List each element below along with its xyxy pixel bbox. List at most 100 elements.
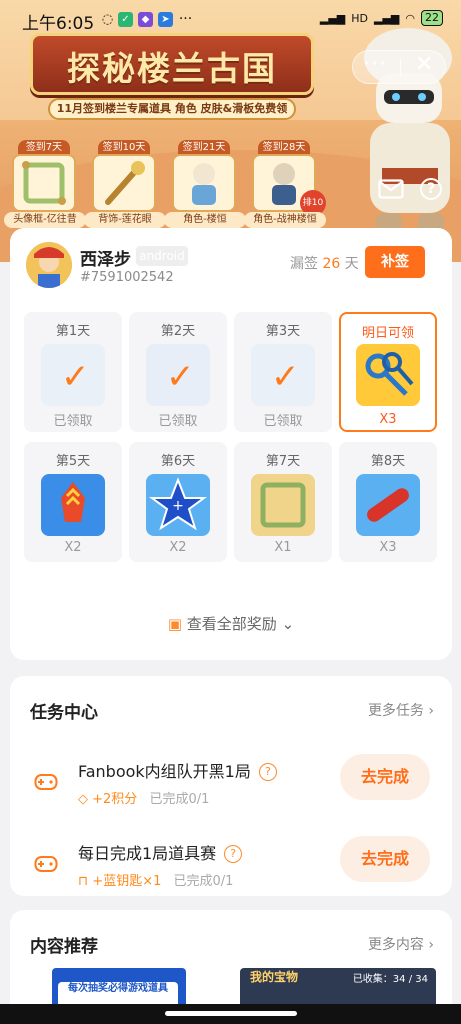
gamepad-icon bbox=[34, 770, 58, 792]
milestone-reward-28[interactable]: 签到28天 排10的 角色-战神楼恒 bbox=[244, 140, 326, 234]
milestone-name: 头像框-亿往昔 bbox=[4, 212, 86, 228]
day-cell-2[interactable]: 第2天 ✓ 已领取 bbox=[129, 312, 227, 432]
event-title: 探秘楼兰古国 bbox=[67, 49, 277, 88]
milestone-reward-21[interactable]: 签到21天 角色-楼恒 bbox=[164, 140, 246, 228]
mini-program-capsule: ··· ✕ bbox=[352, 50, 446, 84]
arrow-app-icon: ➤ bbox=[158, 12, 173, 27]
day-qty: X2 bbox=[169, 540, 187, 555]
task-center-title: 任务中心 bbox=[30, 703, 98, 723]
thumbnail-title: 我的宝物 bbox=[250, 970, 299, 984]
sign-in-card: 西泽步 android #7591002542 漏签 26 天 补签 第1天 ✓… bbox=[10, 228, 452, 660]
event-subtitle: 11月签到楼兰专属道具 角色 皮肤&滑板免费领 bbox=[56, 102, 288, 115]
missed-count: 26 bbox=[322, 256, 341, 272]
mail-icon[interactable] bbox=[378, 178, 404, 200]
day-cell-1[interactable]: 第1天 ✓ 已领取 bbox=[24, 312, 122, 432]
day-label: 第3天 bbox=[265, 324, 301, 339]
chevron-right-icon: › bbox=[428, 703, 434, 719]
skateboard-icon bbox=[356, 474, 420, 536]
missed-suffix: 天 bbox=[344, 256, 359, 272]
task-row: 每日完成1局道具赛? ⊓ +蓝钥匙×1 已完成0/1 去完成 bbox=[10, 834, 452, 910]
makeup-sign-button[interactable]: 补签 bbox=[365, 246, 425, 278]
check-icon: ✓ bbox=[271, 357, 300, 397]
go-complete-button[interactable]: 去完成 bbox=[340, 754, 430, 800]
missed-prefix: 漏签 bbox=[290, 256, 318, 272]
status-indicators: ▂▄▆ HD ▂▄▆ ◠ 22 bbox=[320, 10, 443, 26]
keys-icon bbox=[356, 344, 420, 406]
day-cell-6[interactable]: 第6天 + X2 bbox=[129, 442, 227, 562]
gamepad-icon bbox=[34, 852, 58, 874]
day-status: 已领取 bbox=[263, 414, 303, 429]
milestone-rewards: 签到7天 头像框-亿往昔 签到10天 背饰-莲花眼 签到21天 角色-楼恒 签到… bbox=[4, 140, 326, 234]
day-cell-7[interactable]: 第7天 X1 bbox=[234, 442, 332, 562]
view-all-rewards-link[interactable]: ▣ 查看全部奖励 ⌄ bbox=[10, 613, 452, 634]
platform-tag: android bbox=[136, 246, 188, 266]
milestone-name: 角色-战神楼恒 bbox=[244, 212, 326, 228]
day-status: 已领取 bbox=[53, 414, 93, 429]
milestone-reward-10[interactable]: 签到10天 背饰-莲花眼 bbox=[84, 140, 166, 228]
day-label: 第6天 bbox=[160, 454, 196, 469]
more-options-icon[interactable]: ··· bbox=[363, 52, 387, 77]
avatar[interactable] bbox=[26, 242, 72, 288]
help-icon[interactable]: ? bbox=[258, 763, 277, 781]
task-reward: ⊓ +蓝钥匙×1 已完成0/1 bbox=[78, 870, 233, 889]
day-label: 第2天 bbox=[160, 324, 196, 339]
day-qty: X1 bbox=[274, 540, 292, 555]
capsule-divider bbox=[400, 59, 401, 77]
more-tasks-label: 更多任务 bbox=[367, 703, 424, 719]
task-progress: 已完成0/1 bbox=[173, 874, 234, 889]
rocket-icon bbox=[41, 474, 105, 536]
day-label: 第5天 bbox=[55, 454, 91, 469]
more-tasks-link[interactable]: 更多任务 › bbox=[368, 700, 434, 720]
home-indicator[interactable] bbox=[165, 1011, 297, 1016]
day-label: 第8天 bbox=[370, 454, 406, 469]
event-title-plaque: 探秘楼兰古国 bbox=[30, 33, 314, 95]
chevron-down-icon: ⌄ bbox=[281, 615, 295, 633]
day-cell-3[interactable]: 第3天 ✓ 已领取 bbox=[234, 312, 332, 432]
task-center-card: 任务中心 更多任务 › Fanbook内组队开黑1局? ◇ +2积分 已完成0/… bbox=[10, 676, 452, 896]
signal-icon-2: ▂▄▆ bbox=[374, 11, 400, 25]
milestone-name: 背饰-莲花眼 bbox=[84, 212, 166, 228]
go-complete-button[interactable]: 去完成 bbox=[340, 836, 430, 882]
help-icon[interactable]: ? bbox=[420, 178, 442, 200]
recommend-title: 内容推荐 bbox=[30, 937, 98, 957]
frame-icon bbox=[251, 474, 315, 536]
task-title-text: Fanbook内组队开黑1局 bbox=[78, 762, 251, 781]
task-progress: 已完成0/1 bbox=[149, 792, 210, 807]
staff-icon bbox=[92, 154, 156, 212]
task-row: Fanbook内组队开黑1局? ◇ +2积分 已完成0/1 去完成 bbox=[10, 752, 452, 828]
day-qty: X3 bbox=[379, 412, 397, 427]
milestone-reward-7[interactable]: 签到7天 头像框-亿往昔 bbox=[4, 140, 86, 228]
user-id: #7591002542 bbox=[80, 270, 174, 285]
task-title-text: 每日完成1局道具赛 bbox=[78, 844, 217, 863]
check-icon: ✓ bbox=[166, 357, 195, 397]
day-cell-5[interactable]: 第5天 X2 bbox=[24, 442, 122, 562]
username: 西泽步 bbox=[80, 250, 131, 270]
more-content-link[interactable]: 更多内容 › bbox=[368, 934, 434, 954]
chest-icon: ⊓ bbox=[78, 874, 89, 889]
character-icon bbox=[172, 154, 236, 212]
shield-app-icon: ✓ bbox=[118, 12, 133, 27]
status-time: 上午6:05 bbox=[22, 14, 95, 34]
event-banner: 上午6:05 ◌ ✓ ◆ ➤ ··· ▂▄▆ HD ▂▄▆ ◠ 22 探秘楼兰古… bbox=[0, 0, 461, 262]
chevron-right-icon: › bbox=[428, 937, 434, 953]
day-cell-8[interactable]: 第8天 X3 bbox=[339, 442, 437, 562]
frame-icon bbox=[12, 154, 76, 212]
task-title: Fanbook内组队开黑1局? bbox=[78, 758, 277, 782]
close-icon[interactable]: ✕ bbox=[415, 52, 433, 77]
day-label: 第7天 bbox=[265, 454, 301, 469]
status-bar: 上午6:05 ◌ ✓ ◆ ➤ ··· ▂▄▆ HD ▂▄▆ ◠ 22 bbox=[0, 0, 461, 40]
task-title: 每日完成1局道具赛? bbox=[78, 840, 243, 864]
battery-indicator: 22 bbox=[421, 10, 443, 26]
svg-text:+: + bbox=[172, 498, 184, 514]
day-cell-tomorrow[interactable]: 明日可领 X3 bbox=[339, 312, 437, 432]
missed-days: 漏签 26 天 bbox=[290, 253, 359, 273]
day-status: 已领取 bbox=[158, 414, 198, 429]
star-icon: + bbox=[146, 474, 210, 536]
help-icon[interactable]: ? bbox=[224, 845, 243, 863]
day-qty: X3 bbox=[379, 540, 397, 555]
wifi-icon: ◠ bbox=[405, 11, 415, 25]
more-content-label: 更多内容 bbox=[367, 937, 424, 953]
day-label: 第1天 bbox=[55, 324, 91, 339]
task-reward: ◇ +2积分 已完成0/1 bbox=[78, 788, 209, 807]
network-label: HD bbox=[351, 11, 368, 25]
